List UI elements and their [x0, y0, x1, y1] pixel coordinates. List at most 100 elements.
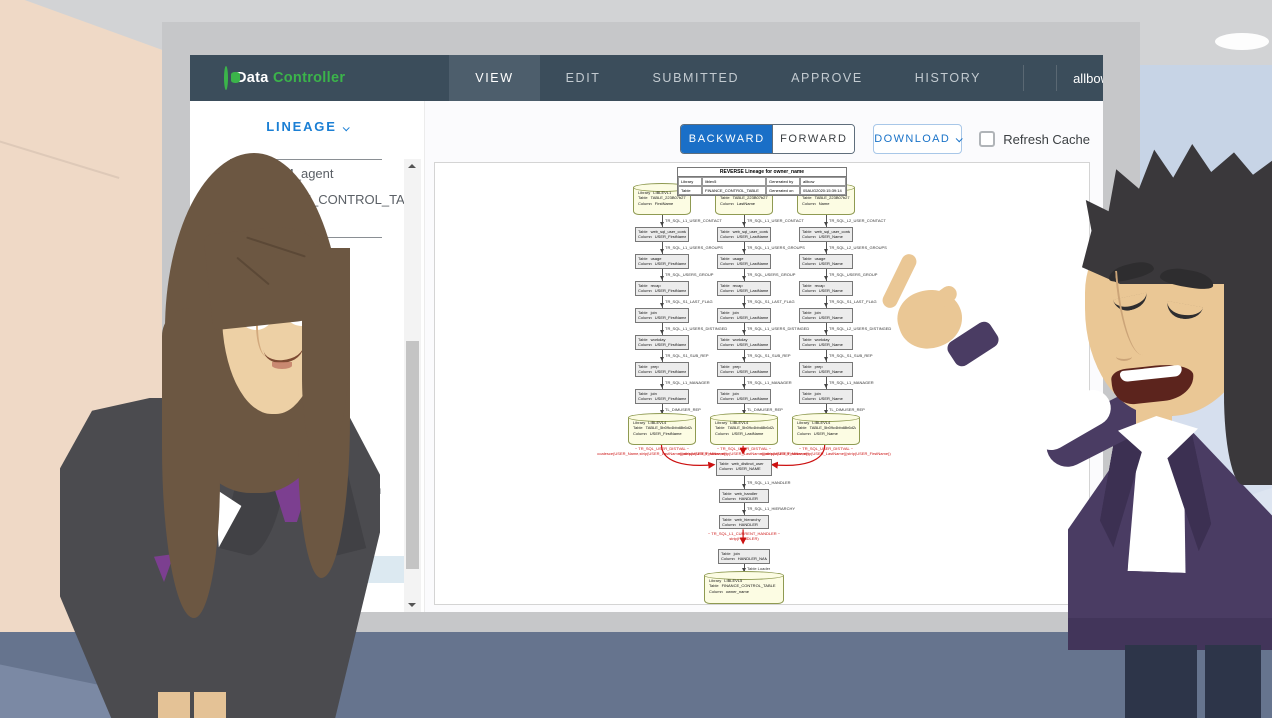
lineage-edge: [744, 296, 745, 308]
lineage-edge: [662, 215, 663, 227]
lineage-edge: [662, 323, 663, 335]
lineage-table-node: Tableweb_sql_user_contactColumnUSER_Last…: [717, 227, 771, 242]
tab-history[interactable]: HISTORY: [889, 55, 1007, 101]
navbar: Data Controller VIEWEDITSUBMITTEDAPPROVE…: [190, 55, 1103, 101]
lineage-edge: [744, 323, 745, 335]
nav-divider: [1023, 65, 1024, 91]
edge-label: TR_SQL_S1_LAST_FLAG: [829, 299, 877, 304]
lineage-edge: [744, 377, 745, 389]
edge-label: TR_SQL_L1_USERS_GROUPS: [747, 245, 805, 250]
lineage-dataset-node: LibraryLIBLEVL5TableFINANCE_CONTROL_TABL…: [704, 573, 784, 604]
lineage-edge: [662, 377, 663, 389]
edge-label: TR_SQL_S1_SUB_REP: [829, 353, 873, 358]
lineage-table-node: TablerecapColumnUSER_FirstName: [635, 281, 689, 296]
lineage-edge: [662, 269, 663, 281]
lineage-table-node: TablejoinColumnUSER_LastName: [717, 389, 771, 404]
user-menu[interactable]: allbow: [1073, 71, 1103, 86]
edge-label: TR_SQL_USERS_GROUP: [747, 272, 795, 277]
edge-label: TR_SQL_L1_USERS_DISTINGED: [665, 326, 727, 331]
lineage-table-node: TablerecapColumnUSER_LastName: [717, 281, 771, 296]
lineage-edge: [744, 350, 745, 362]
lineage-edge: [826, 269, 827, 281]
lineage-table-node: TableworkdayColumnUSER_LastName: [717, 335, 771, 350]
lineage-table-node: TablejoinColumnUSER_FirstName: [635, 389, 689, 404]
man-hair-side: [1224, 260, 1272, 485]
nav-divider: [1056, 65, 1057, 91]
diagram-title: REVERSE Lineage for owner_name: [678, 168, 846, 177]
lineage-table-node: TableprepColumnUSER_LastName: [717, 362, 771, 377]
presenter-woman: [40, 148, 440, 718]
lineage-dataset-node: LibraryLIBLEVL4TableTABLE_5b09c4bbd8b6d2…: [628, 415, 696, 445]
direction-toggle-group: BACKWARD FORWARD: [680, 124, 855, 154]
lineage-edge: [662, 350, 663, 362]
edge-label: TR_SQL_USERS_GROUP: [829, 272, 877, 277]
lineage-table-node: TableworkdayColumnUSER_Name: [799, 335, 853, 350]
edge-label: Table Loader: [747, 566, 770, 571]
backward-button[interactable]: BACKWARD: [681, 125, 772, 153]
brand-data: Data: [236, 70, 269, 86]
lineage-table-node: TableprepColumnUSER_FirstName: [635, 362, 689, 377]
lineage-edge: [744, 503, 745, 515]
lineage-table-node: TableprepColumnUSER_Name: [799, 362, 853, 377]
lineage-edge: [744, 269, 745, 281]
lineage-table-node: Tableweb_distinct_userColumnUSER_NAME: [716, 459, 772, 476]
man-nostril: [1116, 352, 1132, 361]
nav-right-group: allbow: [1007, 55, 1103, 101]
brand-controller: Controller: [273, 70, 345, 86]
lineage-table-node: TablerecapColumnUSER_Name: [799, 281, 853, 296]
edge-label: TR_SQL_S1_SUB_REP: [665, 353, 709, 358]
edge-label: TR_SQL_L1_HANDLER: [747, 480, 791, 485]
username: allbow: [1073, 71, 1103, 86]
woman-lip: [272, 362, 292, 369]
tab-approve[interactable]: APPROVE: [765, 55, 889, 101]
forward-button[interactable]: FORWARD: [772, 125, 854, 153]
lineage-table-node: TablejoinColumnHANDLER_NAME: [718, 549, 770, 564]
lineage-table-node: TablejoinColumnUSER_LastName: [717, 308, 771, 323]
lineage-table-node: Tableweb_sql_user_contactColumnUSER_Name: [799, 227, 853, 242]
edge-label: TR_SQL_S1_SUB_REP: [747, 353, 791, 358]
man-pant-leg: [1125, 645, 1197, 718]
edge-label: TR_SQL_L1_USERS_GROUPS: [665, 245, 723, 250]
lineage-edge: [826, 242, 827, 254]
nav-tabs: VIEWEDITSUBMITTEDAPPROVEHISTORY: [449, 55, 1007, 101]
brand-title: Data Controller: [236, 70, 345, 86]
lineage-edge: [826, 323, 827, 335]
lineage-edge: [826, 296, 827, 308]
lineage-edge: [826, 377, 827, 389]
ceiling-light: [1215, 33, 1269, 50]
lineage-table-node: TableworkdayColumnUSER_FirstName: [635, 335, 689, 350]
chevron-down-icon: [342, 124, 349, 131]
tab-submitted[interactable]: SUBMITTED: [627, 55, 766, 101]
lineage-dataset-node: LibraryLIBLEVL4TableTABLE_5b09c4bbd8b6d2…: [710, 415, 778, 445]
tab-edit[interactable]: EDIT: [540, 55, 627, 101]
edge-label: TL_DIMUSER_REP: [665, 407, 701, 412]
lineage-label: LINEAGE: [266, 119, 336, 134]
edge-label: TR_SQL_USERS_GROUP: [665, 272, 713, 277]
woman-leg: [194, 692, 226, 718]
edge-label: TL_DIMUSER_REP: [829, 407, 865, 412]
lineage-table-node: Tableweb_sql_user_contactColumnUSER_Firs…: [635, 227, 689, 242]
lineage-edge: [744, 476, 745, 489]
lineage-edge: [744, 242, 745, 254]
edge-label: TR_SQL_L1_USER_CONTACT: [665, 218, 722, 223]
lineage-dataset-node: LibraryLIBLEVL4TableTABLE_5b09c4bbd8b6d2…: [792, 415, 860, 445]
tab-view[interactable]: VIEW: [449, 55, 539, 101]
edge-label: TR_SQL_L1_MANAGER: [829, 380, 874, 385]
lineage-table-node: TableusageColumnUSER_LastName: [717, 254, 771, 269]
lineage-table-node: TableusageColumnUSER_Name: [799, 254, 853, 269]
office-presentation-scene: Data Controller VIEWEDITSUBMITTEDAPPROVE…: [0, 0, 1272, 718]
edge-label: TR_SQL_L1_HIERARCHY: [747, 506, 795, 511]
edge-label: TR_SQL_L1_MANAGER: [747, 380, 792, 385]
edge-label: TL_DIMUSER_REP: [747, 407, 783, 412]
edge-label: TR_SQL_L1_MANAGER: [665, 380, 710, 385]
lineage-table-node: TablejoinColumnUSER_Name: [799, 389, 853, 404]
lineage-edge: [662, 242, 663, 254]
diagram-title-box: REVERSE Lineage for owner_name Libraryli…: [677, 167, 847, 196]
lineage-mode-selector[interactable]: LINEAGE: [190, 119, 424, 134]
lineage-table-node: TableusageColumnUSER_FirstName: [635, 254, 689, 269]
lineage-edge: [826, 350, 827, 362]
edge-label: TR_SQL_L1_USER_CONTACT: [747, 218, 804, 223]
edge-label: TR_SQL_S1_LAST_FLAG: [665, 299, 713, 304]
lineage-table-node: TablejoinColumnUSER_FirstName: [635, 308, 689, 323]
edge-label: TR_SQL_L1_USERS_DISTINGED: [747, 326, 809, 331]
